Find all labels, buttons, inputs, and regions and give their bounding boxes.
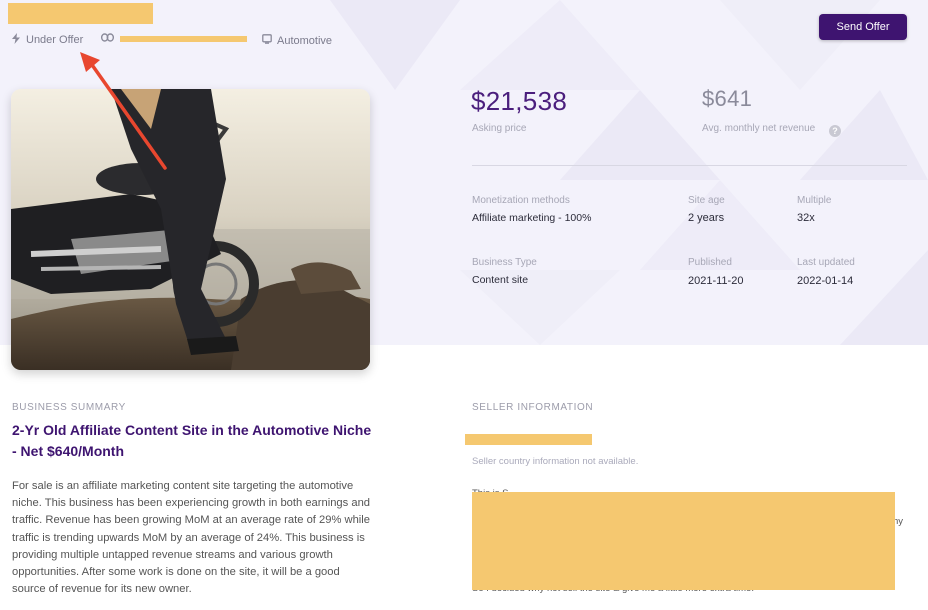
listing-photo — [11, 89, 370, 370]
seller-info-heading: SELLER INFORMATION — [472, 402, 594, 413]
redacted-url — [120, 36, 247, 42]
net-revenue-value: $641 — [702, 86, 753, 111]
last-updated-label: Last updated — [797, 257, 855, 268]
redacted-seller-name — [465, 434, 592, 445]
bolt-icon — [11, 33, 26, 47]
last-updated-value: 2022-01-14 — [797, 275, 854, 287]
business-summary-heading: BUSINESS SUMMARY — [12, 402, 126, 413]
business-type-value: Content site — [472, 274, 529, 286]
published-label: Published — [688, 257, 732, 268]
send-offer-button[interactable]: Send Offer — [819, 14, 907, 40]
net-revenue-label: Avg. monthly net revenue — [702, 123, 816, 134]
status-label: Under Offer — [26, 34, 84, 46]
site-link[interactable] — [100, 33, 119, 45]
site-age-label: Site age — [688, 195, 725, 206]
site-age-value: 2 years — [688, 212, 725, 224]
asking-price-value: $21,538 — [471, 86, 568, 116]
multiple-value: 32x — [797, 212, 815, 224]
listing-title: 2-Yr Old Affiliate Content Site in the A… — [12, 422, 372, 459]
seller-country-note: Seller country information not available… — [472, 456, 639, 467]
published-value: 2021-11-20 — [688, 275, 744, 287]
motorcycle-rider-image — [11, 89, 370, 370]
link-icon — [100, 33, 119, 45]
category-label: Automotive — [277, 34, 333, 47]
monetization-value: Affiliate marketing - 100% — [472, 212, 592, 224]
category-badge: Automotive — [262, 34, 332, 47]
question-circle-icon[interactable]: ? — [829, 125, 841, 137]
monetization-label: Monetization methods — [472, 195, 570, 206]
annotation-arrow — [80, 52, 167, 170]
multiple-label: Multiple — [797, 195, 832, 206]
business-type-label: Business Type — [472, 257, 537, 268]
status-badge: Under Offer — [11, 33, 83, 47]
asking-price-label: Asking price — [472, 123, 527, 134]
summary-body: For sale is an affiliate marketing conte… — [12, 480, 371, 596]
stats-divider — [472, 165, 907, 166]
monitor-icon — [262, 34, 277, 47]
redacted-seller-description — [472, 492, 895, 590]
redacted-title — [8, 3, 153, 24]
